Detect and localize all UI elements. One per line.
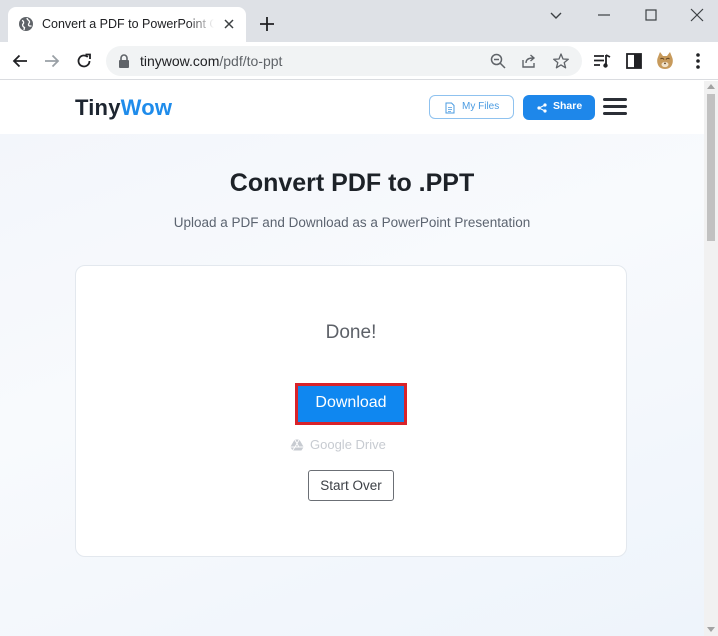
download-button[interactable]: Download <box>295 383 407 425</box>
download-label: Download <box>315 394 387 411</box>
url-text: tinywow.com/pdf/to-ppt <box>140 53 282 69</box>
page-subtitle: Upload a PDF and Download as a PowerPoin… <box>173 215 531 230</box>
logo-wow: Wow <box>120 95 173 120</box>
page-title: Convert PDF to .PPT <box>229 169 475 197</box>
arrow-left-icon[interactable] <box>10 51 30 71</box>
google-drive-icon <box>290 439 304 451</box>
start-over-label: Start Over <box>320 478 382 493</box>
share-button[interactable]: Share <box>523 95 595 120</box>
file-icon <box>445 102 455 114</box>
kebab-menu-icon[interactable] <box>688 51 708 71</box>
close-icon[interactable] <box>221 16 237 32</box>
my-files-button[interactable]: My Files <box>429 95 514 119</box>
side-panel-icon[interactable] <box>624 51 644 71</box>
site-logo[interactable]: TinyWow <box>75 95 172 121</box>
share-label: Share <box>553 100 583 112</box>
my-files-label: My Files <box>462 101 500 112</box>
star-icon[interactable] <box>552 52 570 70</box>
arrow-right-icon[interactable] <box>42 51 62 71</box>
chevron-down-icon[interactable] <box>547 6 565 24</box>
url-domain: tinywow.com <box>140 53 220 69</box>
browser-toolbar: tinywow.com/pdf/to-ppt <box>0 42 718 80</box>
new-tab-icon[interactable] <box>258 15 276 33</box>
scroll-up-arrow-icon[interactable] <box>707 84 715 89</box>
page-viewport: TinyWow My Files Share Convert PDF to .P… <box>0 81 704 636</box>
minimize-icon[interactable] <box>595 6 613 24</box>
avatar[interactable] <box>655 51 675 71</box>
tab-title: Convert a PDF to PowerPoint Online <box>42 17 214 31</box>
scrollbar-thumb[interactable] <box>707 94 715 241</box>
google-drive-label: Google Drive <box>310 437 386 452</box>
result-card: Done! Download Google Drive Start Over <box>75 265 627 557</box>
window-close-icon[interactable] <box>688 6 706 24</box>
maximize-icon[interactable] <box>642 6 660 24</box>
google-drive-button[interactable]: Google Drive <box>290 436 400 454</box>
logo-tiny: Tiny <box>75 95 121 120</box>
reload-icon[interactable] <box>74 51 94 71</box>
site-header: TinyWow My Files Share <box>0 81 704 134</box>
start-over-button[interactable]: Start Over <box>308 470 394 501</box>
address-bar[interactable]: tinywow.com/pdf/to-ppt <box>106 46 582 76</box>
url-path: /pdf/to-ppt <box>219 53 283 69</box>
tab-strip: Convert a PDF to PowerPoint Online <box>0 0 718 42</box>
scrollbar[interactable] <box>704 81 718 636</box>
zoom-icon[interactable] <box>489 52 507 70</box>
globe-icon <box>19 17 33 31</box>
share-icon[interactable] <box>520 52 538 70</box>
status-text: Done! <box>325 322 377 343</box>
scroll-down-arrow-icon[interactable] <box>707 627 715 632</box>
reading-list-icon[interactable] <box>592 51 612 71</box>
hamburger-menu-icon[interactable] <box>603 98 627 116</box>
browser-tab[interactable]: Convert a PDF to PowerPoint Online <box>8 7 246 42</box>
share-nodes-icon <box>537 103 547 113</box>
lock-icon[interactable] <box>118 54 130 68</box>
